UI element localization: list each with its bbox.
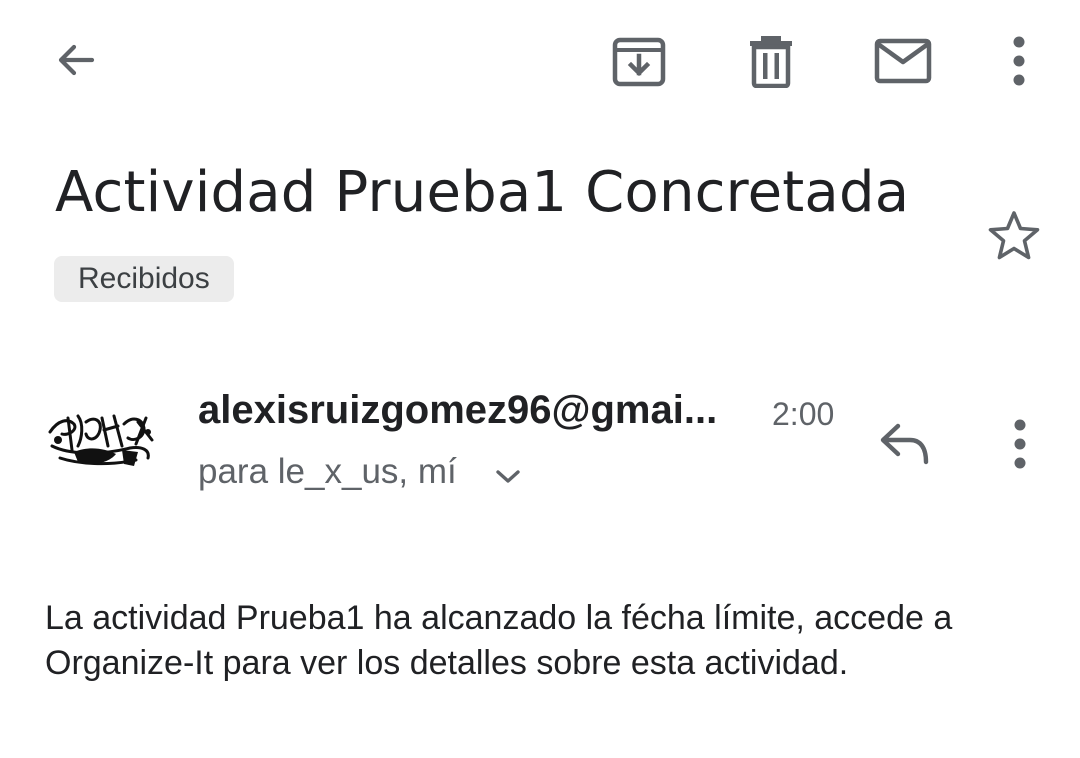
delete-button[interactable] [736, 28, 806, 94]
more-vert-icon [1012, 419, 1028, 469]
inbox-label-chip[interactable]: Recibidos [54, 256, 234, 302]
more-options-button[interactable] [990, 28, 1048, 94]
recipients-summary[interactable]: para le_x_us, mí [198, 452, 457, 492]
chevron-down-icon [494, 466, 522, 486]
mark-unread-button[interactable] [868, 28, 938, 94]
star-outline-icon [986, 209, 1042, 263]
email-body: La actividad Prueba1 ha alcanzado la féc… [45, 599, 953, 682]
message-more-options-button[interactable] [994, 414, 1046, 474]
graffiti-avatar-image [38, 388, 162, 498]
more-vert-icon [1011, 36, 1027, 86]
archive-button[interactable] [604, 28, 674, 94]
back-button[interactable] [40, 28, 112, 92]
reply-button[interactable] [872, 414, 938, 474]
trash-icon [746, 34, 796, 88]
reply-icon [878, 422, 932, 466]
archive-icon [612, 34, 666, 88]
mail-icon [874, 37, 932, 85]
expand-details-button[interactable] [490, 458, 526, 494]
sender-address[interactable]: alexisruizgomez96@gmai... [198, 388, 758, 433]
email-subject: Actividad Prueba1 Concretada [55, 160, 910, 225]
arrow-back-icon [52, 36, 100, 84]
email-time: 2:00 [772, 396, 835, 432]
sender-avatar[interactable] [38, 388, 162, 498]
star-button[interactable] [980, 204, 1048, 268]
